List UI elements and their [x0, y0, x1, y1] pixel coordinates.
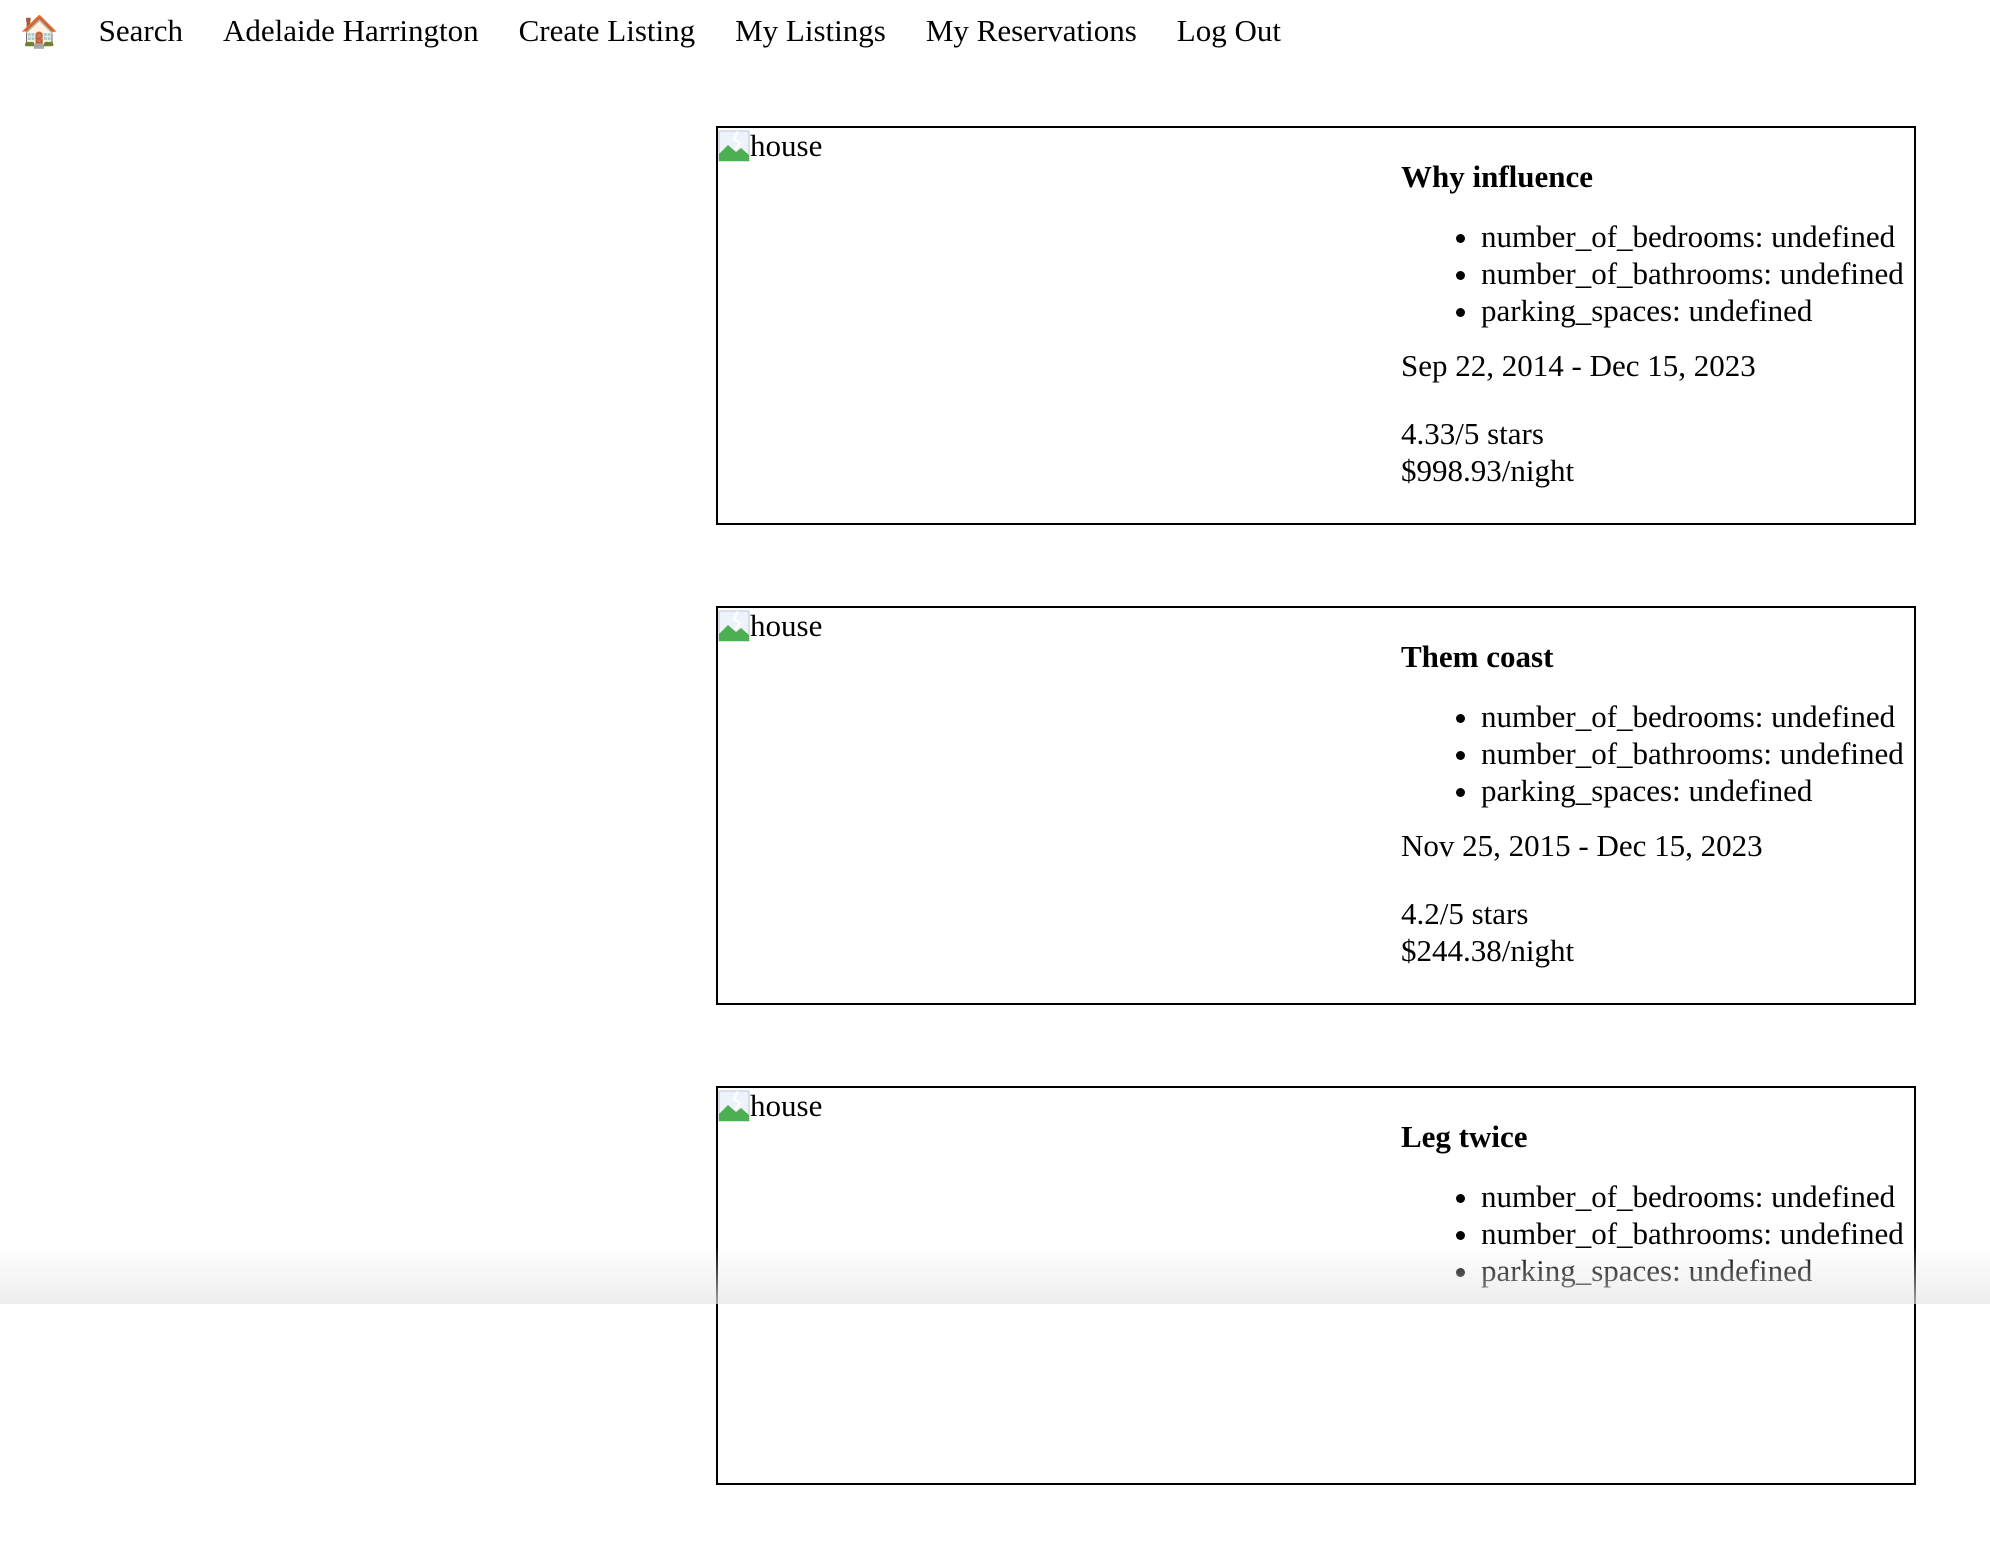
- listing-title[interactable]: Why influence: [1401, 158, 1914, 195]
- listing-specs: number_of_bedrooms: undefined number_of_…: [1401, 698, 1914, 809]
- listing-image[interactable]: house: [718, 128, 1401, 523]
- spec-bathrooms: number_of_bathrooms: undefined: [1481, 735, 1914, 772]
- listing-price: $244.38/night: [1401, 933, 1575, 968]
- image-alt-text: house: [750, 608, 823, 643]
- listing-rating: 4.33/5 stars: [1401, 416, 1544, 451]
- listing-price: $998.93/night: [1401, 453, 1575, 488]
- spec-parking: parking_spaces: undefined: [1481, 292, 1914, 329]
- spec-parking: parking_spaces: undefined: [1481, 772, 1914, 809]
- listing-list: house Why influence number_of_bedrooms: …: [716, 126, 1916, 1566]
- listing-image[interactable]: house: [718, 1088, 1401, 1483]
- nav-link-search[interactable]: Search: [99, 13, 183, 49]
- image-alt-text: house: [750, 1088, 823, 1123]
- spec-bedrooms: number_of_bedrooms: undefined: [1481, 1178, 1914, 1215]
- broken-image-icon: house: [718, 608, 822, 644]
- spec-bathrooms: number_of_bathrooms: undefined: [1481, 1215, 1914, 1252]
- broken-image-icon: house: [718, 128, 822, 164]
- listing-card[interactable]: house Why influence number_of_bedrooms: …: [716, 126, 1916, 525]
- listing-rating: 4.2/5 stars: [1401, 896, 1529, 931]
- listing-card[interactable]: house Them coast number_of_bedrooms: und…: [716, 606, 1916, 1005]
- listing-specs: number_of_bedrooms: undefined number_of_…: [1401, 218, 1914, 329]
- nav-link-my-reservations[interactable]: My Reservations: [926, 13, 1137, 49]
- listing-title[interactable]: Leg twice: [1401, 1118, 1914, 1155]
- listing-dates: Nov 25, 2015 - Dec 15, 2023: [1401, 828, 1763, 863]
- listing-info: Them coast number_of_bedrooms: undefined…: [1401, 608, 1914, 1003]
- listing-card[interactable]: house Leg twice number_of_bedrooms: unde…: [716, 1086, 1916, 1485]
- spec-bathrooms: number_of_bathrooms: undefined: [1481, 255, 1914, 292]
- spec-parking: parking_spaces: undefined: [1481, 1252, 1914, 1289]
- nav-link-profile[interactable]: Adelaide Harrington: [223, 13, 479, 49]
- listing-info: Leg twice number_of_bedrooms: undefined …: [1401, 1088, 1914, 1483]
- home-icon[interactable]: 🏠: [20, 16, 59, 47]
- image-alt-text: house: [750, 128, 823, 163]
- nav-link-my-listings[interactable]: My Listings: [735, 13, 886, 49]
- spec-bedrooms: number_of_bedrooms: undefined: [1481, 698, 1914, 735]
- nav-link-log-out[interactable]: Log Out: [1177, 13, 1281, 49]
- listing-info: Why influence number_of_bedrooms: undefi…: [1401, 128, 1914, 523]
- listing-specs: number_of_bedrooms: undefined number_of_…: [1401, 1178, 1914, 1289]
- spec-bedrooms: number_of_bedrooms: undefined: [1481, 218, 1914, 255]
- nav-link-create-listing[interactable]: Create Listing: [519, 13, 695, 49]
- top-nav: 🏠 Search Adelaide Harrington Create List…: [0, 0, 1321, 62]
- listing-title[interactable]: Them coast: [1401, 638, 1914, 675]
- listing-dates: Sep 22, 2014 - Dec 15, 2023: [1401, 348, 1756, 383]
- broken-image-icon: house: [718, 1088, 822, 1124]
- listing-image[interactable]: house: [718, 608, 1401, 1003]
